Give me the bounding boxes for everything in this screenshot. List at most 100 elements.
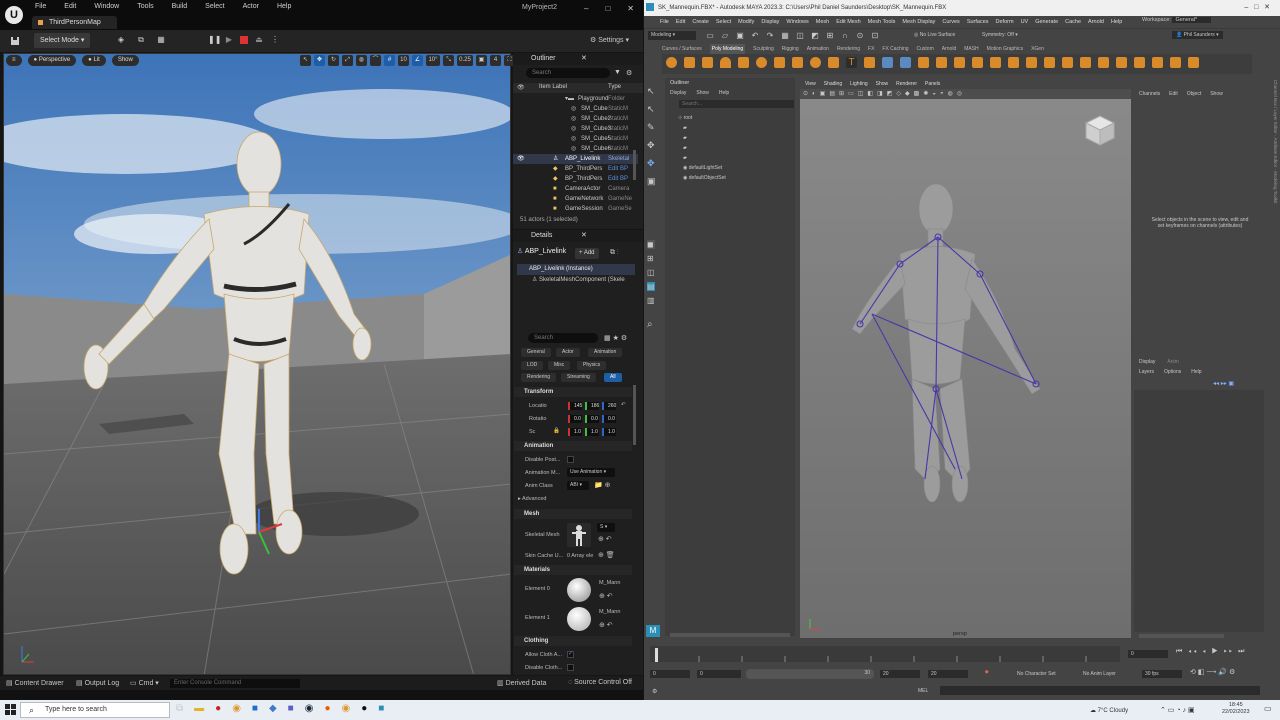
outliner-row[interactable]: ◆ BP_ThirdPers Edit BP	[513, 174, 638, 184]
settings-button[interactable]: ⚙ Settings ▾	[590, 36, 629, 44]
paint-select-icon[interactable]: ✎	[647, 122, 656, 133]
single-pane-icon[interactable]: ◼	[647, 240, 655, 249]
timeline-option-icons[interactable]: ⟲ ◧ ⟶ 🔊 ⚙	[1190, 668, 1235, 676]
outliner-item[interactable]: ▰	[678, 153, 726, 163]
anim-class-dropdown[interactable]: ABI ▾	[567, 481, 589, 490]
close-icon[interactable]: ✕	[627, 4, 634, 13]
maya-menu-generate[interactable]: Generate	[1035, 16, 1058, 28]
outliner-row[interactable]: ■ CameraActor Camera	[513, 184, 638, 194]
add-content-icon[interactable]: ◈	[116, 35, 126, 45]
gate-mask-icon[interactable]: ◧	[867, 90, 873, 97]
user-account-button[interactable]: 👤 Phil Saunders ▾	[1172, 31, 1223, 39]
maya-menu-uv[interactable]: UV	[1021, 16, 1029, 28]
search-icon[interactable]: ⌕	[647, 319, 653, 330]
map-tab[interactable]: ThirdPersonMap	[32, 16, 117, 29]
open-scene-icon[interactable]: ▱	[720, 31, 730, 41]
select-tool-icon[interactable]: ↖	[647, 86, 656, 97]
menu-window[interactable]: Window	[94, 3, 119, 10]
maya-menu-file[interactable]: File	[660, 16, 669, 28]
advanced-toggle[interactable]: ▸ Advanced	[518, 496, 546, 502]
play-options-icon[interactable]: ⋮	[270, 35, 280, 45]
viewport-menu-button[interactable]: ≡	[6, 55, 22, 66]
outliner-row[interactable]: ▾▬ Playground Folder	[513, 94, 638, 104]
maya-menu-select[interactable]: Select	[716, 16, 731, 28]
four-pane-icon[interactable]: ⊞	[647, 254, 655, 263]
rotate-tool-icon[interactable]: ✥	[647, 158, 656, 169]
rotation-x-field[interactable]: 0.0	[568, 415, 582, 423]
chrome-icon[interactable]: ◉	[232, 703, 241, 714]
cinematics-icon[interactable]: ▦	[156, 35, 166, 45]
outliner-close-icon[interactable]: ✕	[581, 53, 587, 65]
cmd-dropdown[interactable]: ▭ Cmd ▾	[130, 679, 159, 687]
maya-menu-deform[interactable]: Deform	[996, 16, 1014, 28]
outliner-row[interactable]: ■ GameNetwork GameNe	[513, 194, 638, 204]
source-control-button[interactable]: ◌ Source Control Off	[568, 679, 632, 686]
playback-controls[interactable]: ⏮ ◂◂ ◂ ▶ ▸▸ ⏭	[1176, 648, 1246, 656]
channel-show-menu[interactable]: Show	[1210, 91, 1223, 97]
section-transform[interactable]: Transform	[514, 387, 632, 397]
location-x-field[interactable]: 145	[568, 402, 582, 410]
layer-options-menu[interactable]: Options	[1164, 369, 1181, 375]
range-start-field[interactable]: 0	[697, 670, 741, 678]
select-object-icon[interactable]: ◫	[795, 31, 805, 41]
location-z-field[interactable]: 260	[602, 402, 616, 410]
undo-icon[interactable]: ↶	[750, 31, 760, 41]
move-tool-icon[interactable]: ✥	[314, 55, 325, 66]
outliner-col-type[interactable]: Type	[608, 84, 621, 90]
outliner-menu-display[interactable]: Display	[670, 90, 686, 96]
surface-snap-icon[interactable]: ⌒	[370, 55, 381, 66]
current-frame-field[interactable]: 0	[1128, 650, 1168, 658]
quad-draw-icon[interactable]	[1062, 57, 1073, 68]
outliner-item[interactable]: ▰	[678, 143, 726, 153]
material1-name[interactable]: M_Mann	[599, 609, 620, 615]
grid-snap-value[interactable]: 10	[398, 55, 409, 66]
outliner-item[interactable]: ◉ defaultObjectSet	[678, 173, 726, 183]
rotation-z-field[interactable]: 0.0	[602, 415, 616, 423]
shelf-tab[interactable]: Sculpting	[753, 44, 774, 54]
wireframe-icon[interactable]: ◇	[896, 90, 901, 97]
scale-tool-icon[interactable]: ⤢	[342, 55, 353, 66]
outliner-row-selected[interactable]: 👁 ♙ ABP_Livelink Skeletal	[513, 154, 638, 164]
array-add-icon[interactable]: ⊕ 🗑	[598, 551, 615, 559]
shadows-icon[interactable]: ◒	[932, 91, 936, 97]
lock-icon[interactable]: 🔒	[553, 428, 560, 434]
auto-key-icon[interactable]: ⏺	[985, 669, 989, 677]
auto-map-icon[interactable]	[1188, 57, 1199, 68]
channel-box-scrollbar[interactable]	[1139, 634, 1224, 638]
maya-viewport[interactable]	[800, 89, 1131, 638]
maya-window-controls[interactable]: – □ ✕	[1244, 0, 1270, 16]
maya-menu-windows[interactable]: Windows	[786, 16, 808, 28]
planar-map-icon[interactable]	[1170, 57, 1181, 68]
shelf-tab[interactable]: FX	[868, 44, 874, 54]
channels-menu[interactable]: Channels	[1139, 91, 1160, 97]
command-line-input[interactable]	[940, 686, 1260, 695]
visibility-icon[interactable]: 👁	[517, 84, 525, 91]
visibility-icon[interactable]: 👁	[517, 154, 525, 164]
file-explorer-icon[interactable]: ▬	[194, 703, 204, 714]
task-view-icon[interactable]: ⧉	[176, 703, 183, 714]
bool-icon[interactable]	[990, 57, 1001, 68]
layer-action-icons[interactable]: ◂◂ ▸▸ ▣	[1213, 380, 1234, 387]
smooth-shade-icon[interactable]: ◆	[905, 90, 910, 97]
derived-data-button[interactable]: ▥ Derived Data	[497, 679, 546, 687]
lit-button[interactable]: ● Lit	[82, 55, 106, 66]
unreal-logo-icon[interactable]: U	[5, 6, 23, 24]
save-scene-icon[interactable]: ▣	[735, 31, 745, 41]
steam-icon[interactable]: ◉	[305, 703, 314, 714]
isolate-icon[interactable]: ◎	[957, 90, 962, 97]
material-thumbnail[interactable]	[567, 578, 591, 602]
select-mode-button[interactable]: Select Mode ▾	[34, 33, 91, 48]
scale-y-field[interactable]: 1.0	[585, 428, 599, 436]
windows-start-icon[interactable]	[5, 704, 17, 716]
angle-snap-icon[interactable]: ∠	[412, 55, 423, 66]
maya-menu-help[interactable]: Help	[1111, 16, 1122, 28]
mel-label[interactable]: MEL	[918, 688, 928, 694]
outliner-layout-icon[interactable]: ▤	[647, 282, 655, 291]
separate-icon[interactable]	[900, 57, 911, 68]
shelf-tab[interactable]: Animation	[807, 44, 829, 54]
outliner-settings-icon[interactable]: ⚙	[626, 69, 632, 77]
step-icon[interactable]: ▶	[224, 35, 234, 45]
outliner-filter-icon[interactable]: ▼	[614, 69, 621, 76]
vp-menu-renderer[interactable]: Renderer	[896, 79, 917, 89]
outlook-icon[interactable]: ■	[252, 703, 258, 714]
